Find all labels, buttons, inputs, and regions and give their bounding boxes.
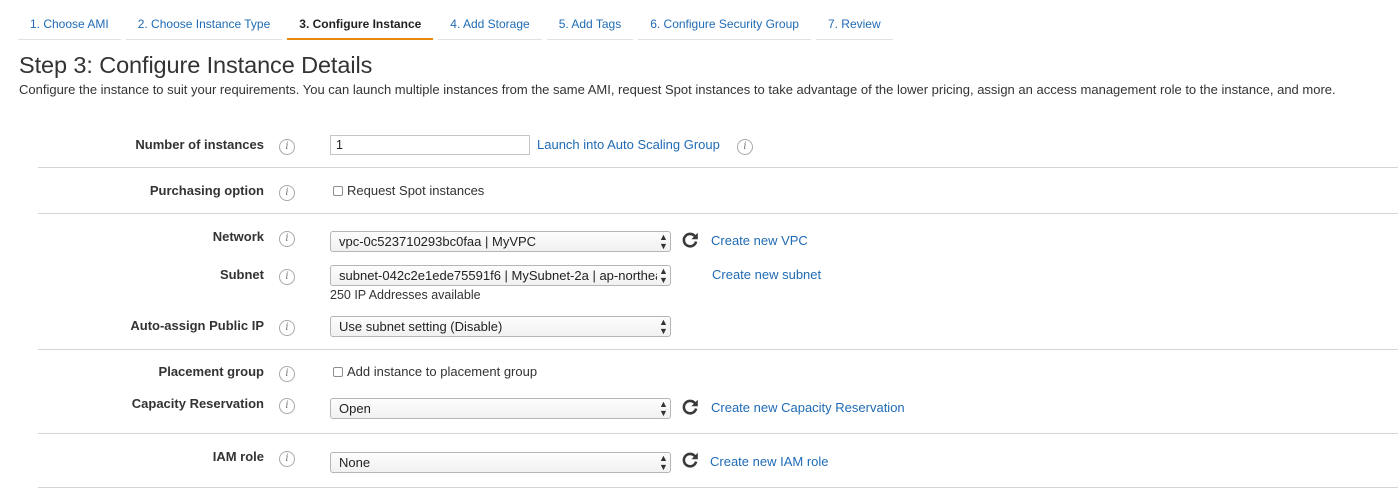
- info-icon[interactable]: i: [279, 398, 295, 414]
- create-new-capacity-reservation-link[interactable]: Create new Capacity Reservation: [711, 400, 905, 415]
- capacity-reservation-select[interactable]: Open ▲ ▼: [330, 398, 671, 419]
- purchasing-option-label: Purchasing option: [149, 183, 264, 198]
- divider: [38, 213, 1398, 214]
- info-icon[interactable]: i: [279, 231, 295, 247]
- number-of-instances-label: Number of instances: [135, 137, 264, 152]
- network-select[interactable]: vpc-0c523710293bc0faa | MyVPC ▲ ▼: [330, 231, 671, 252]
- subnet-select[interactable]: subnet-042c2e1ede75591f6 | MySubnet-2a |…: [330, 265, 671, 286]
- request-spot-checkbox[interactable]: [333, 185, 343, 196]
- capacity-reservation-label: Capacity Reservation: [131, 396, 264, 411]
- subnet-label: Subnet: [219, 267, 264, 282]
- info-icon[interactable]: i: [279, 185, 295, 201]
- divider: [38, 433, 1398, 434]
- subnet-select-value: subnet-042c2e1ede75591f6 | MySubnet-2a |…: [339, 268, 657, 283]
- request-spot-label: Request Spot instances: [347, 183, 485, 198]
- refresh-icon[interactable]: [681, 231, 699, 249]
- wizard-tabs: 1. Choose AMI 2. Choose Instance Type 3.…: [18, 0, 898, 40]
- divider: [38, 349, 1398, 350]
- auto-assign-public-ip-label: Auto-assign Public IP: [130, 318, 264, 333]
- auto-assign-public-ip-select[interactable]: Use subnet setting (Disable) ▲ ▼: [330, 316, 671, 337]
- refresh-icon[interactable]: [681, 451, 699, 469]
- launch-auto-scaling-link[interactable]: Launch into Auto Scaling Group: [537, 137, 720, 152]
- create-new-vpc-link[interactable]: Create new VPC: [711, 233, 808, 248]
- placement-group-checkbox-row[interactable]: Add instance to placement group: [333, 364, 537, 379]
- capacity-reservation-value: Open: [339, 401, 371, 416]
- create-new-subnet-link[interactable]: Create new subnet: [712, 267, 821, 282]
- up-down-arrows-icon: ▲ ▼: [659, 266, 668, 285]
- page-title: Step 3: Configure Instance Details: [19, 52, 373, 78]
- placement-group-checkbox-label: Add instance to placement group: [347, 364, 538, 379]
- auto-assign-public-ip-value: Use subnet setting (Disable): [339, 319, 503, 334]
- create-new-iam-role-link[interactable]: Create new IAM role: [710, 454, 829, 469]
- iam-role-select[interactable]: None ▲ ▼: [330, 452, 671, 473]
- page-description: Configure the instance to suit your requ…: [19, 82, 1336, 97]
- number-of-instances-input[interactable]: [330, 135, 530, 155]
- tab-choose-instance-type[interactable]: 2. Choose Instance Type: [125, 0, 283, 40]
- up-down-arrows-icon: ▲ ▼: [659, 232, 668, 251]
- divider: [38, 487, 1398, 488]
- up-down-arrows-icon: ▲ ▼: [659, 317, 668, 336]
- tab-configure-security-group[interactable]: 6. Configure Security Group: [638, 0, 811, 40]
- iam-role-label: IAM role: [212, 449, 264, 464]
- info-icon[interactable]: i: [279, 451, 295, 467]
- placement-group-label: Placement group: [158, 364, 264, 379]
- request-spot-checkbox-row[interactable]: Request Spot instances: [333, 183, 484, 198]
- up-down-arrows-icon: ▲ ▼: [659, 399, 668, 418]
- network-select-value: vpc-0c523710293bc0faa | MyVPC: [339, 234, 537, 249]
- divider: [38, 167, 1398, 168]
- info-icon[interactable]: i: [279, 320, 295, 336]
- info-icon[interactable]: i: [279, 139, 295, 155]
- up-down-arrows-icon: ▲ ▼: [659, 453, 668, 472]
- subnet-ip-availability: 250 IP Addresses available: [330, 288, 481, 302]
- refresh-icon[interactable]: [681, 398, 699, 416]
- tab-choose-ami[interactable]: 1. Choose AMI: [18, 0, 121, 40]
- tab-configure-instance[interactable]: 3. Configure Instance: [287, 0, 434, 40]
- iam-role-value: None: [339, 455, 371, 470]
- placement-group-checkbox[interactable]: [333, 366, 343, 377]
- info-icon[interactable]: i: [279, 269, 295, 285]
- tab-add-storage[interactable]: 4. Add Storage: [438, 0, 542, 40]
- network-label: Network: [212, 229, 264, 244]
- info-icon[interactable]: i: [279, 366, 295, 382]
- info-icon[interactable]: i: [737, 139, 753, 155]
- tab-review[interactable]: 7. Review: [815, 0, 893, 40]
- tab-add-tags[interactable]: 5. Add Tags: [546, 0, 634, 40]
